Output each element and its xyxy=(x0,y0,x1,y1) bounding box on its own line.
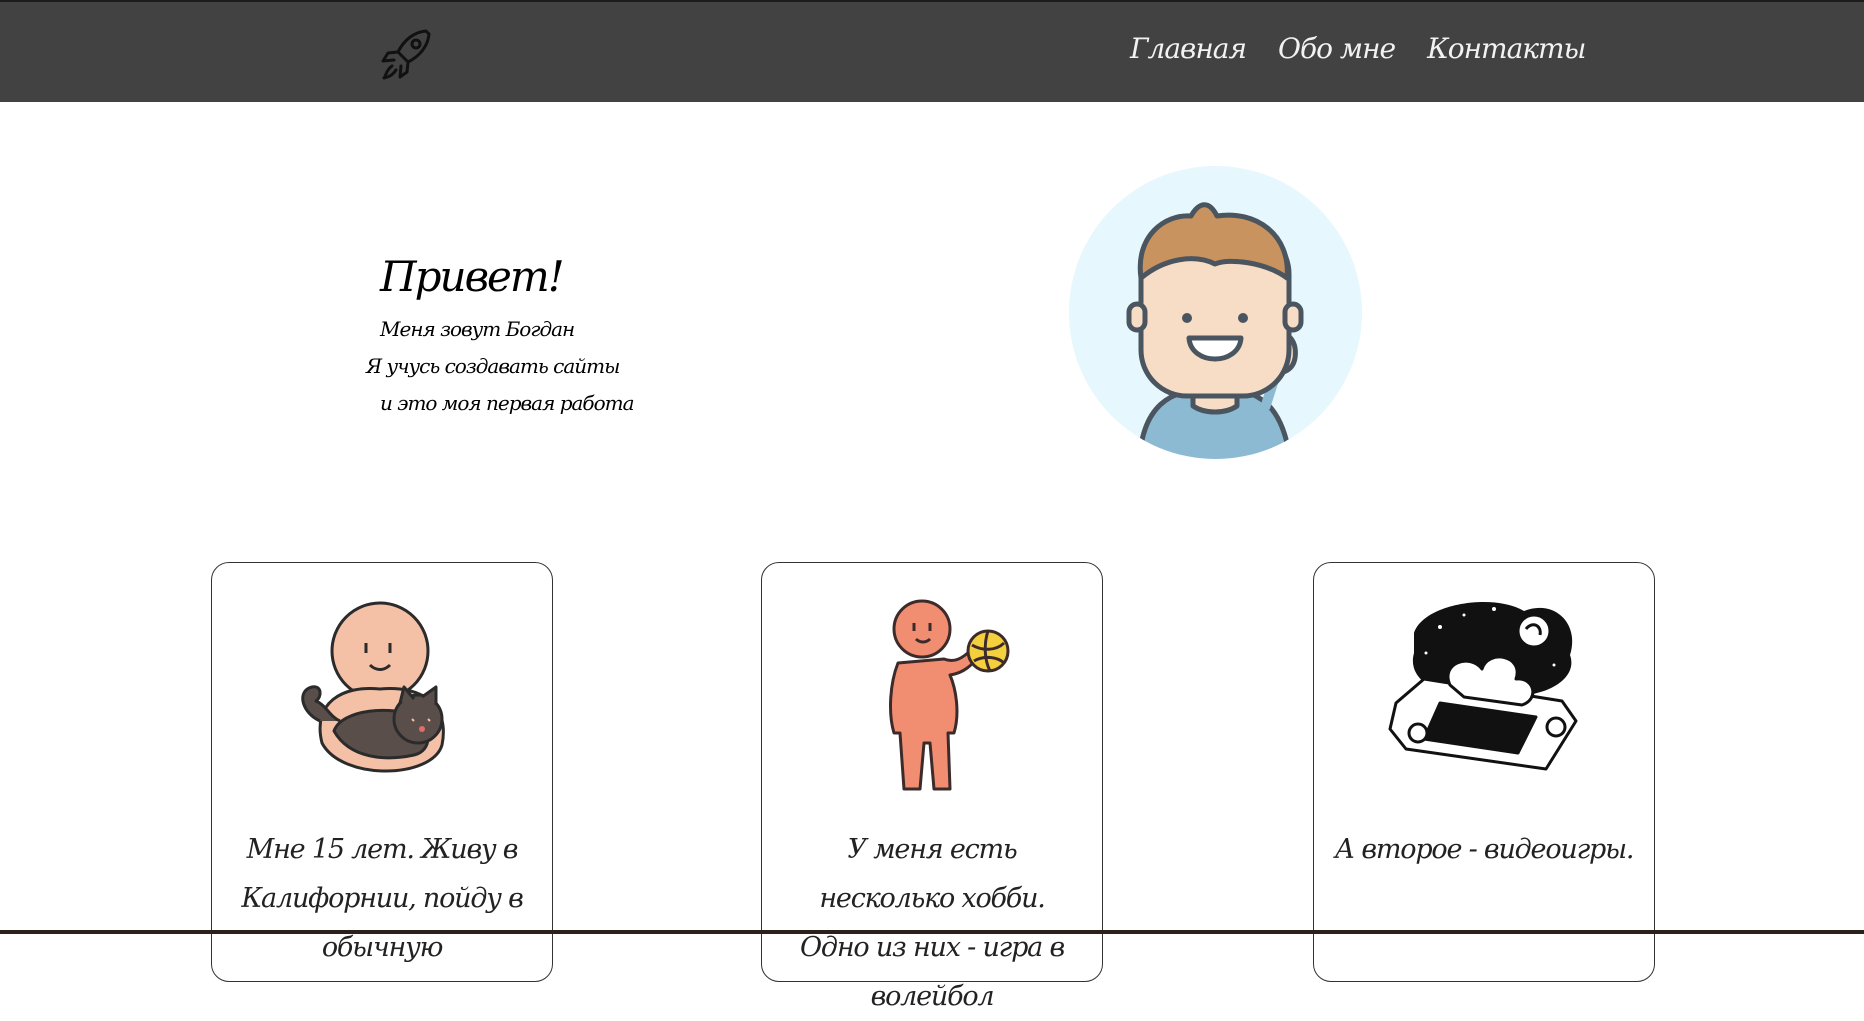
card-hobby-videogames: А второе - видеоигры. xyxy=(1313,562,1655,982)
nav-link-about[interactable]: Обо мне xyxy=(1278,32,1396,65)
card-text-videogames: А второе - видеоигры. xyxy=(1334,834,1635,865)
rocket-icon[interactable] xyxy=(378,26,436,82)
game-console-flowers-icon xyxy=(1388,602,1578,771)
header-bar: Главная Обо мне Контакты xyxy=(0,0,1864,102)
waving-boy-avatar-icon xyxy=(1069,166,1362,459)
avatar xyxy=(1069,166,1362,459)
person-hugging-cat-icon xyxy=(301,601,445,773)
card-text-volleyball: У меня есть несколько хобби. Одно из них… xyxy=(800,834,1065,1012)
hero-text: Привет! Меня зовут Богдан Я учусь создав… xyxy=(366,252,635,422)
hero-line-name: Меня зовут Богдан xyxy=(380,317,575,341)
bottom-edge xyxy=(0,930,1864,934)
hero-line-first-work: и это моя первая работа xyxy=(380,391,635,415)
card-hobby-volleyball: У меня есть несколько хобби. Одно из них… xyxy=(761,562,1103,1012)
hero-title: Привет! xyxy=(380,252,565,301)
main-nav: Главная Обо мне Контакты xyxy=(1130,32,1586,65)
nav-link-home[interactable]: Главная xyxy=(1130,32,1247,65)
card-text-age: Мне 15 лет. Живу в Калифорнии, пойду в о… xyxy=(241,834,523,963)
hero-line-study: Я учусь создавать сайты xyxy=(366,354,620,378)
card-about-age: Мне 15 лет. Живу в Калифорнии, пойду в о… xyxy=(211,562,553,982)
person-with-volleyball-icon xyxy=(889,599,1010,791)
nav-link-contacts[interactable]: Контакты xyxy=(1427,32,1586,65)
